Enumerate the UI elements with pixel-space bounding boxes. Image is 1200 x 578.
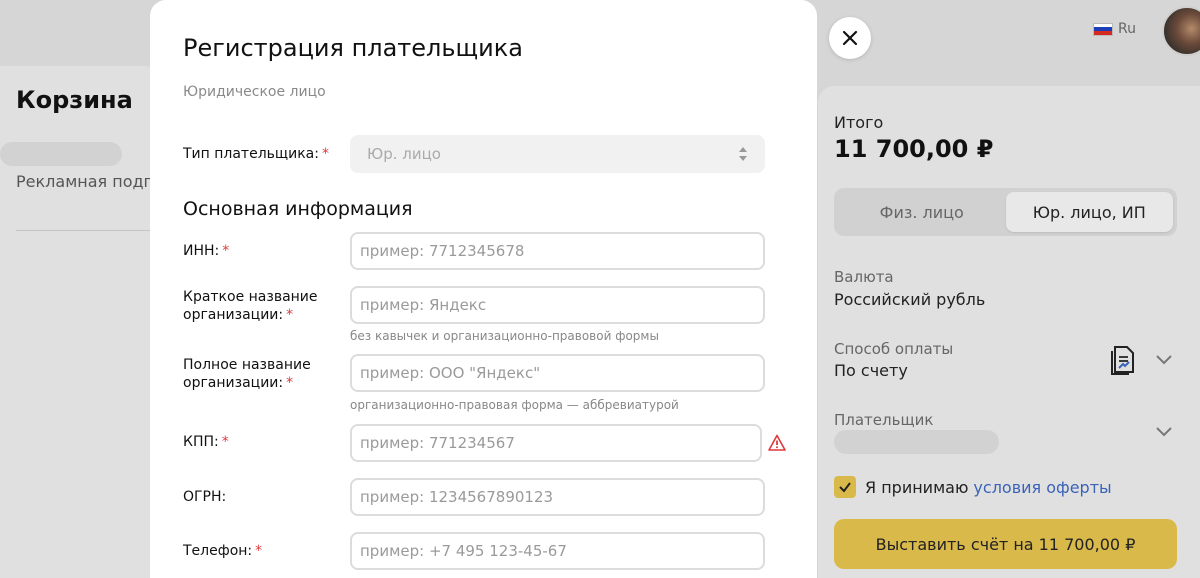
payer-type-select[interactable]: Юр. лицо <box>350 135 765 173</box>
full-name-label: Полное название организации: * <box>183 357 311 391</box>
payer-registration-modal: Регистрация плательщика Юридическое лицо… <box>150 0 817 578</box>
payer-type-value: Юр. лицо <box>367 145 441 163</box>
payer-label: Плательщик <box>834 411 934 429</box>
language-label: Ru <box>1118 21 1136 37</box>
switch-legal-entity[interactable]: Юр. лицо, ИП <box>1005 192 1173 232</box>
consent-text: Я принимаю <box>865 477 969 497</box>
inn-label: ИНН: * <box>183 243 230 259</box>
full-name-hint: организационно-правовая форма — аббревиа… <box>350 398 679 412</box>
inn-input[interactable] <box>350 232 765 270</box>
section-title: Основная информация <box>183 198 413 220</box>
payer-type-switch: Физ. лицо Юр. лицо, ИП <box>834 188 1177 236</box>
total-label: Итого <box>834 113 884 132</box>
close-button[interactable] <box>829 17 871 59</box>
modal-subtitle: Юридическое лицо <box>183 84 326 100</box>
short-name-hint: без кавычек и организационно-правовой фо… <box>350 329 659 343</box>
language-switcher[interactable]: Ru <box>1093 21 1136 37</box>
payer-type-label: Тип плательщика: * <box>183 146 329 162</box>
switch-individual[interactable]: Физ. лицо <box>838 192 1006 232</box>
offer-terms-link[interactable]: условия оферты <box>973 478 1111 497</box>
payment-method-value: По счету <box>834 361 908 380</box>
offer-consent: Я принимаю условия оферты <box>834 476 1112 498</box>
ogrn-input[interactable] <box>350 478 765 516</box>
phone-label: Телефон: * <box>183 543 263 559</box>
full-name-input[interactable] <box>350 354 765 392</box>
russia-flag-icon <box>1093 22 1113 36</box>
total-value: 11 700,00 ₽ <box>834 135 994 163</box>
kpp-input[interactable] <box>350 424 762 462</box>
payer-skeleton <box>834 430 999 454</box>
payment-method-label: Способ оплаты <box>834 340 954 358</box>
modal-title: Регистрация плательщика <box>183 34 523 62</box>
short-name-label: Краткое название организации: * <box>183 289 318 323</box>
warning-icon <box>768 434 786 451</box>
divider <box>16 230 156 231</box>
subscription-text: Рекламная подпи <box>16 172 165 191</box>
cart-title: Корзина <box>16 86 133 114</box>
select-arrows-icon <box>739 147 747 161</box>
currency-value: Российский рубль <box>834 290 986 309</box>
ogrn-label: ОГРН: <box>183 489 227 505</box>
phone-input[interactable] <box>350 532 765 570</box>
checkmark-icon <box>839 482 851 493</box>
consent-checkbox[interactable] <box>834 476 856 498</box>
close-icon <box>842 30 858 46</box>
payment-chevron-down-icon[interactable] <box>1153 348 1175 370</box>
short-name-input[interactable] <box>350 286 765 324</box>
kpp-label: КПП: * <box>183 434 229 450</box>
invoice-icon <box>1111 346 1134 375</box>
skeleton-placeholder <box>0 142 122 166</box>
issue-invoice-button[interactable]: Выставить счёт на 11 700,00 ₽ <box>834 519 1177 569</box>
currency-label: Валюта <box>834 268 894 286</box>
payer-chevron-down-icon[interactable] <box>1153 420 1175 442</box>
